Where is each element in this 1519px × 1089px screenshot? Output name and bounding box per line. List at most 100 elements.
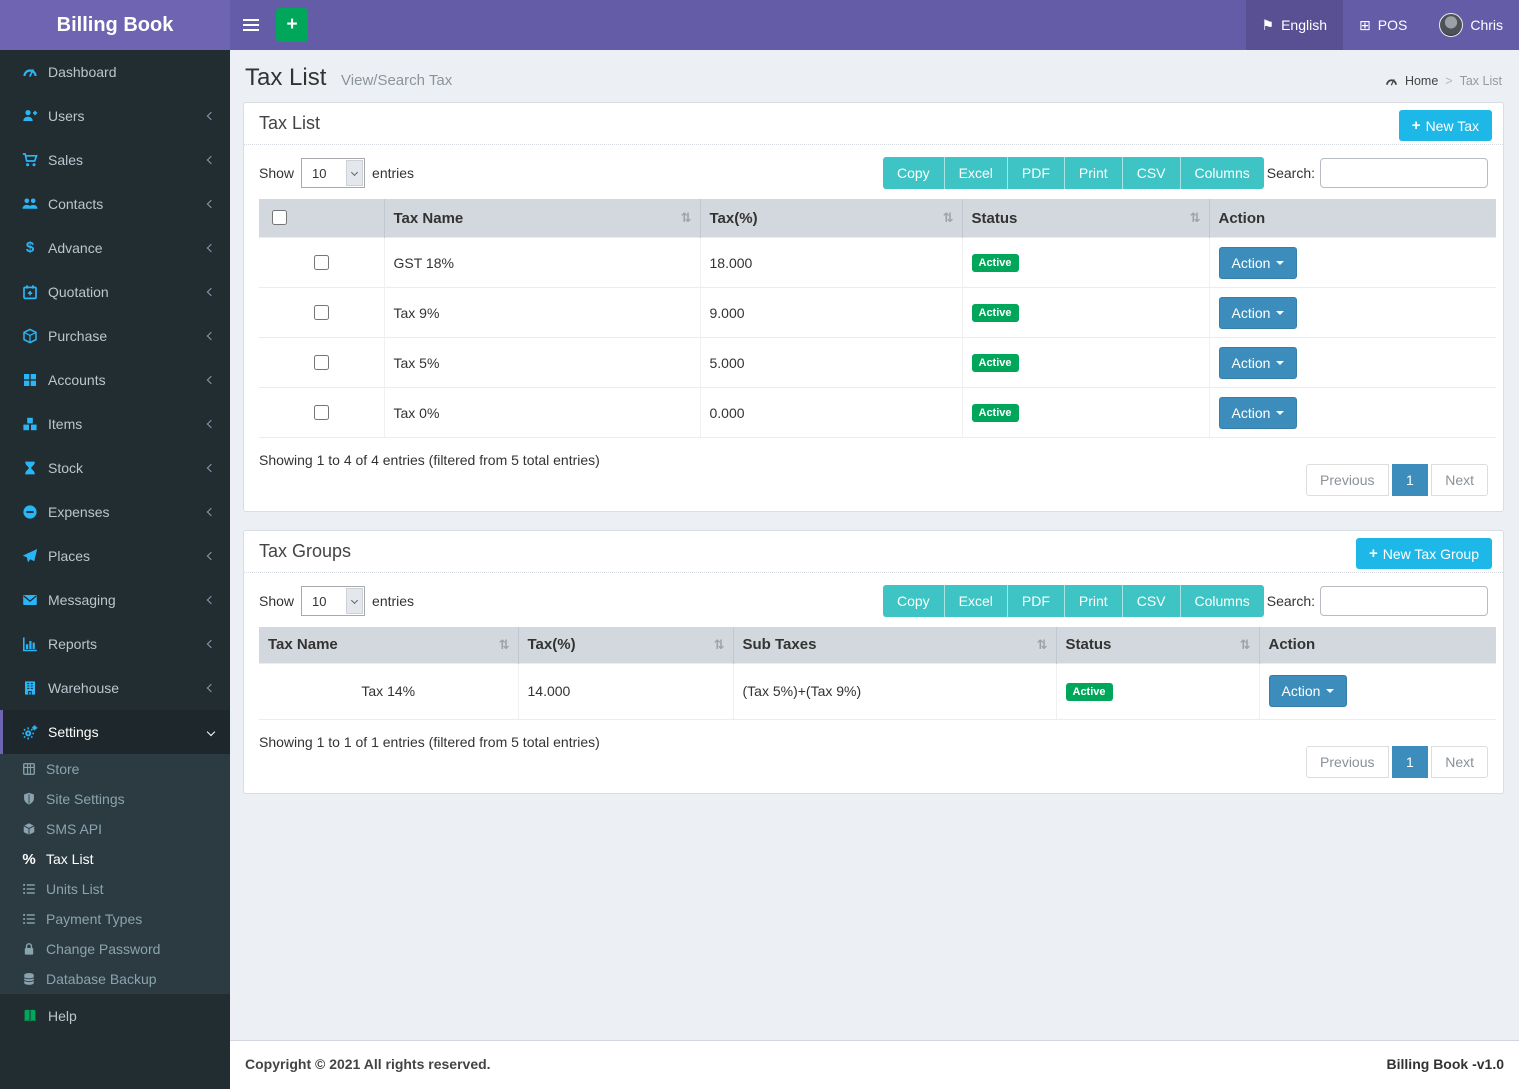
- status-badge: Active: [972, 404, 1019, 422]
- next-page-button[interactable]: Next: [1431, 464, 1488, 496]
- sidebar-item-expenses[interactable]: Expenses: [0, 490, 230, 534]
- pos-label: POS: [1378, 17, 1408, 33]
- print-button[interactable]: Print: [1065, 585, 1123, 617]
- action-dropdown-button[interactable]: Action: [1219, 297, 1298, 329]
- previous-page-button[interactable]: Previous: [1306, 746, 1388, 778]
- page-length-select-wrap: 10: [301, 158, 365, 188]
- page-number-button[interactable]: 1: [1392, 464, 1428, 496]
- column-header-tax-percent[interactable]: Tax(%)⇅: [700, 199, 962, 238]
- sort-icon: ⇅: [1037, 637, 1048, 653]
- breadcrumb: Home > Tax List: [1385, 74, 1502, 88]
- sidebar-subitem-sms-api[interactable]: SMS API: [0, 814, 230, 844]
- csv-button[interactable]: CSV: [1123, 157, 1181, 189]
- page-length-select[interactable]: 10: [301, 158, 365, 188]
- quick-add-button[interactable]: +: [276, 8, 308, 42]
- pdf-button[interactable]: PDF: [1008, 585, 1065, 617]
- status-badge: Active: [972, 304, 1019, 322]
- table-info: Showing 1 to 1 of 1 entries (filtered fr…: [259, 720, 600, 750]
- new-tax-group-button[interactable]: + New Tax Group: [1356, 538, 1492, 569]
- tax-list-panel-body: Show 10 entries Copy Excel PDF: [244, 145, 1503, 511]
- user-menu-item[interactable]: Chris: [1423, 0, 1519, 50]
- copy-button[interactable]: Copy: [883, 585, 945, 617]
- tax-groups-table: Tax Name⇅ Tax(%)⇅ Sub Taxes⇅ Status⇅ Act…: [259, 627, 1496, 720]
- top-navbar: Billing Book + ⚑ English ⊞ POS Chris: [0, 0, 1519, 50]
- table-footer: Showing 1 to 1 of 1 entries (filtered fr…: [259, 720, 1488, 778]
- sidebar-item-advance[interactable]: $ Advance: [0, 226, 230, 270]
- tax-groups-panel-header: Tax Groups + New Tax Group: [244, 531, 1503, 573]
- panel-title: Tax Groups: [259, 541, 351, 561]
- action-dropdown-button[interactable]: Action: [1219, 247, 1298, 279]
- table-header-row: Tax Name⇅ Tax(%)⇅ Status⇅ Action: [259, 199, 1496, 238]
- row-checkbox[interactable]: [314, 355, 329, 370]
- column-header-tax-percent[interactable]: Tax(%)⇅: [518, 627, 733, 663]
- gauge-icon: [1385, 75, 1398, 88]
- excel-button[interactable]: Excel: [945, 585, 1008, 617]
- sidebar-item-quotation[interactable]: Quotation: [0, 270, 230, 314]
- sidebar-subitem-tax-list[interactable]: % Tax List: [0, 844, 230, 874]
- new-tax-button[interactable]: + New Tax: [1399, 110, 1492, 141]
- pos-menu-item[interactable]: ⊞ POS: [1343, 0, 1423, 50]
- sidebar-item-stock[interactable]: Stock: [0, 446, 230, 490]
- sidebar-item-users[interactable]: Users: [0, 94, 230, 138]
- chevron-left-icon: [207, 464, 215, 472]
- sidebar-subitem-database-backup[interactable]: Database Backup: [0, 964, 230, 994]
- sidebar-item-messaging[interactable]: Messaging: [0, 578, 230, 622]
- box-icon: [22, 822, 36, 836]
- show-label: Show: [259, 165, 294, 181]
- page-number-button[interactable]: 1: [1392, 746, 1428, 778]
- app-logo[interactable]: Billing Book: [0, 0, 230, 50]
- export-buttons: Copy Excel PDF Print CSV Columns: [883, 157, 1264, 189]
- copy-button[interactable]: Copy: [883, 157, 945, 189]
- excel-button[interactable]: Excel: [945, 157, 1008, 189]
- column-header-tax-name[interactable]: Tax Name⇅: [259, 627, 518, 663]
- sidebar-item-sales[interactable]: Sales: [0, 138, 230, 182]
- page-length-select[interactable]: 10: [301, 586, 365, 616]
- chevron-left-icon: [207, 244, 215, 252]
- column-header-status[interactable]: Status⇅: [962, 199, 1209, 238]
- gears-icon: [22, 724, 38, 740]
- sidebar-item-help[interactable]: Help: [0, 994, 230, 1038]
- column-header-tax-name[interactable]: Tax Name⇅: [384, 199, 700, 238]
- sidebar-item-contacts[interactable]: Contacts: [0, 182, 230, 226]
- row-checkbox[interactable]: [314, 255, 329, 270]
- sidebar-subitem-payment-types[interactable]: Payment Types: [0, 904, 230, 934]
- next-page-button[interactable]: Next: [1431, 746, 1488, 778]
- minus-circle-icon: [22, 504, 38, 520]
- sort-icon: ⇅: [714, 637, 725, 653]
- search-input[interactable]: [1320, 586, 1488, 616]
- sidebar-item-reports[interactable]: Reports: [0, 622, 230, 666]
- sidebar-item-settings[interactable]: Settings: [0, 710, 230, 754]
- action-dropdown-button[interactable]: Action: [1269, 675, 1348, 707]
- sidebar-item-dashboard[interactable]: Dashboard: [0, 50, 230, 94]
- sidebar-item-places[interactable]: Places: [0, 534, 230, 578]
- columns-button[interactable]: Columns: [1181, 585, 1264, 617]
- tax-name-cell: Tax 0%: [384, 388, 700, 438]
- sidebar-subitem-store[interactable]: Store: [0, 754, 230, 784]
- sidebar-item-warehouse[interactable]: Warehouse: [0, 666, 230, 710]
- column-header-sub-taxes[interactable]: Sub Taxes⇅: [733, 627, 1056, 663]
- sidebar-subitem-site-settings[interactable]: Site Settings: [0, 784, 230, 814]
- select-all-checkbox[interactable]: [272, 210, 287, 225]
- csv-button[interactable]: CSV: [1123, 585, 1181, 617]
- column-header-status[interactable]: Status⇅: [1056, 627, 1259, 663]
- print-button[interactable]: Print: [1065, 157, 1123, 189]
- pdf-button[interactable]: PDF: [1008, 157, 1065, 189]
- action-dropdown-button[interactable]: Action: [1219, 347, 1298, 379]
- sort-icon: ⇅: [1240, 637, 1251, 653]
- search-input[interactable]: [1320, 158, 1488, 188]
- sidebar-subitem-change-password[interactable]: Change Password: [0, 934, 230, 964]
- cubes-icon: [22, 416, 38, 432]
- previous-page-button[interactable]: Previous: [1306, 464, 1388, 496]
- sidebar-item-items[interactable]: Items: [0, 402, 230, 446]
- breadcrumb-home-link[interactable]: Home: [1405, 74, 1438, 88]
- tax-name-cell: Tax 5%: [384, 338, 700, 388]
- sidebar-toggle-button[interactable]: [230, 0, 272, 50]
- columns-button[interactable]: Columns: [1181, 157, 1264, 189]
- row-checkbox[interactable]: [314, 305, 329, 320]
- sidebar-subitem-units-list[interactable]: Units List: [0, 874, 230, 904]
- sidebar-item-accounts[interactable]: Accounts: [0, 358, 230, 402]
- action-dropdown-button[interactable]: Action: [1219, 397, 1298, 429]
- row-checkbox[interactable]: [314, 405, 329, 420]
- sidebar-item-purchase[interactable]: Purchase: [0, 314, 230, 358]
- language-menu-item[interactable]: ⚑ English: [1246, 0, 1343, 50]
